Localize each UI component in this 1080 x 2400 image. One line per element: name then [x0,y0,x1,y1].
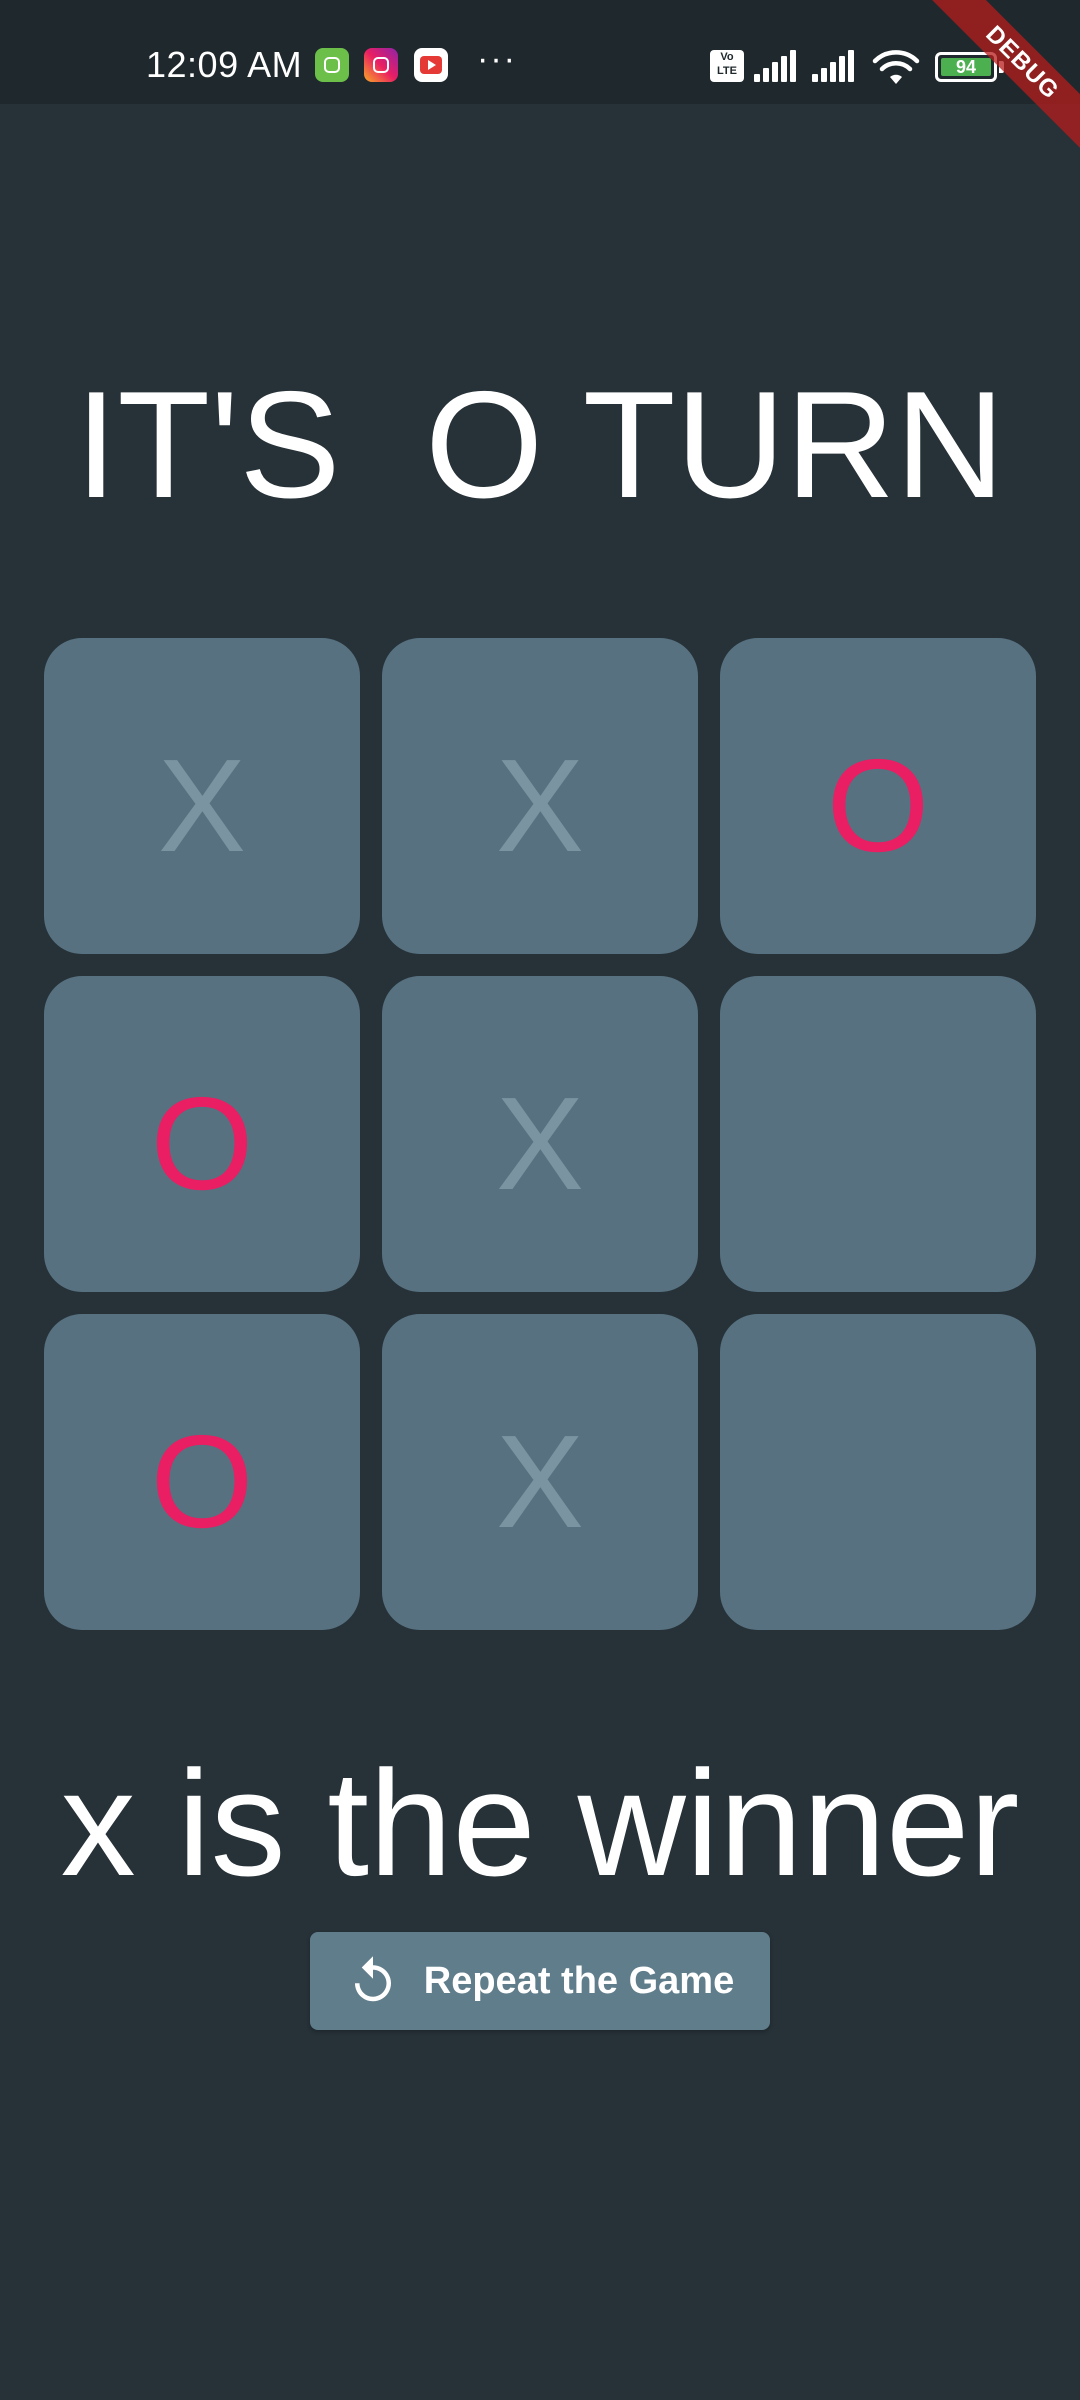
status-time: 12:09 AM [146,44,303,85]
more-notifications-icon: ··· [477,40,517,78]
cell-mark: O [150,1408,254,1555]
cell-signal-icon-2 [812,50,858,82]
board-cell-3[interactable]: O [720,638,1036,954]
board-cell-7[interactable]: O [44,1314,360,1630]
cell-mark: X [495,1070,585,1217]
cell-mark: O [826,732,930,879]
board-cell-5[interactable]: X [382,976,698,1292]
youtube-icon [414,48,448,82]
debug-banner: DEBUG [900,0,1080,180]
game-board: X X O O X O X [44,638,1036,1630]
board-cell-2[interactable]: X [382,638,698,954]
cell-mark: X [157,732,247,879]
cell-mark: X [495,1408,585,1555]
board-cell-1[interactable]: X [44,638,360,954]
winner-message: x is the winner [60,1739,1020,1907]
debug-banner-label: DEBUG [930,0,1080,155]
cell-mark: X [495,732,585,879]
cell-signal-icon [754,50,800,82]
volte-bottom-label: LTE [717,65,737,77]
cell-mark: O [150,1070,254,1217]
instagram-icon [364,48,398,82]
repeat-game-button[interactable]: Repeat the Game [310,1932,770,2030]
board-cell-4[interactable]: O [44,976,360,1292]
board-cell-8[interactable]: X [382,1314,698,1630]
android-app-icon [315,48,349,82]
board-cell-6[interactable] [720,976,1036,1292]
turn-title: IT'S O TURN [75,360,1005,530]
repeat-game-label: Repeat the Game [423,1959,735,2002]
board-cell-9[interactable] [720,1314,1036,1630]
volte-top-label: Vo [720,51,734,63]
replay-icon [354,1956,391,2002]
volte-icon: Vo LTE [710,50,744,82]
